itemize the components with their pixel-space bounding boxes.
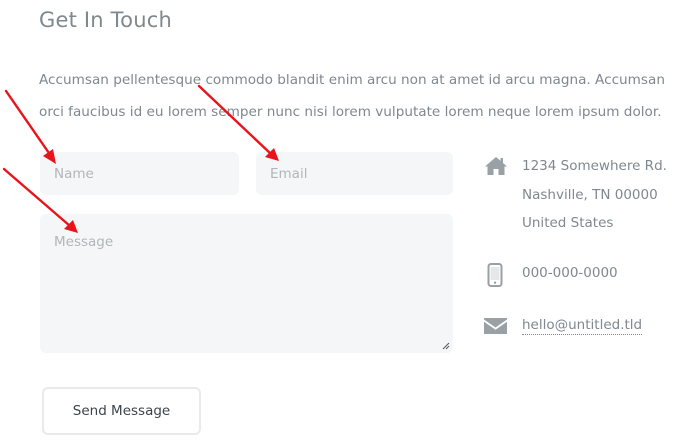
send-message-label: Send Message bbox=[72, 403, 171, 419]
home-icon bbox=[485, 157, 507, 175]
mobile-phone-icon bbox=[487, 263, 503, 287]
email-placeholder: Email bbox=[270, 165, 308, 182]
section-title: Get In Touch bbox=[39, 8, 172, 32]
name-field[interactable]: Name bbox=[40, 152, 239, 195]
address-line-3: United States bbox=[522, 215, 614, 231]
send-message-button[interactable]: Send Message bbox=[42, 387, 201, 435]
phone-number: 000-000-0000 bbox=[522, 265, 618, 281]
name-placeholder: Name bbox=[54, 165, 94, 182]
envelope-icon bbox=[484, 318, 507, 334]
address-line-2: Nashville, TN 00000 bbox=[522, 186, 658, 203]
message-field[interactable]: Message bbox=[40, 214, 453, 353]
message-placeholder: Message bbox=[54, 234, 114, 250]
resize-grip-icon[interactable] bbox=[442, 342, 450, 350]
email-field[interactable]: Email bbox=[256, 152, 453, 195]
address-block: 1234 Somewhere Rd. Nashville, TN 00000 U… bbox=[522, 152, 667, 238]
intro-paragraph: Accumsan pellentesque commodo blandit en… bbox=[39, 72, 665, 120]
address-line-1: 1234 Somewhere Rd. bbox=[522, 158, 667, 174]
email-link[interactable]: hello@untitled.tld bbox=[522, 317, 643, 335]
